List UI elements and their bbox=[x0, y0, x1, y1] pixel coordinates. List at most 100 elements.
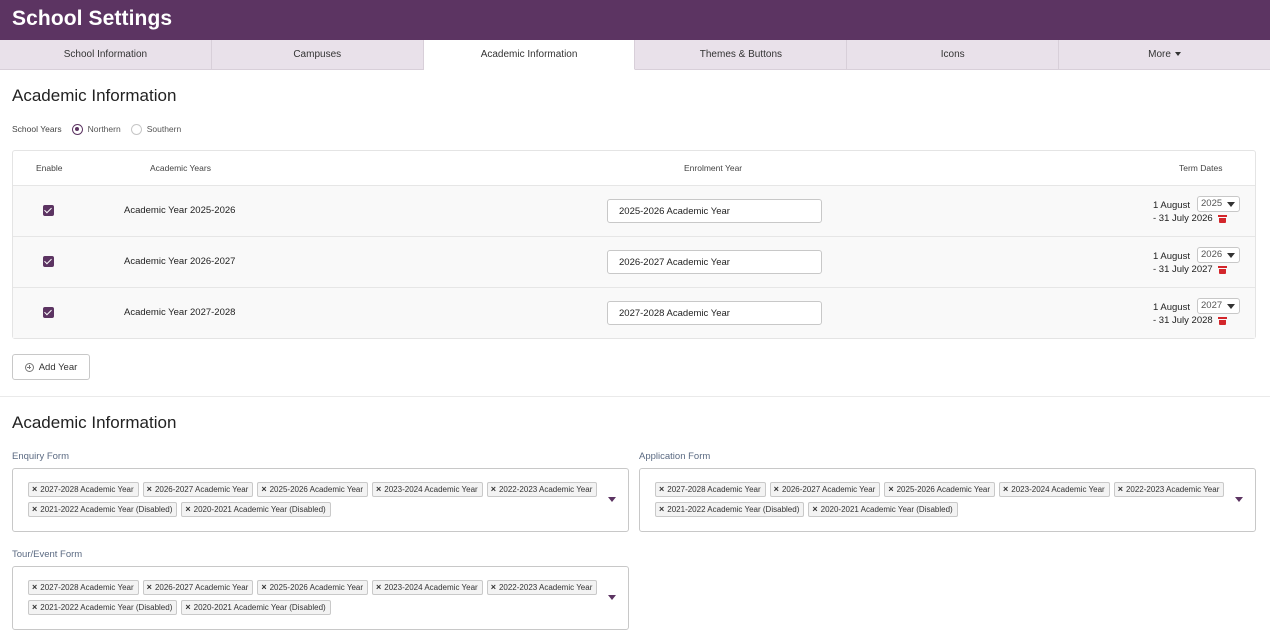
term-end-label: - 31 July 2027 bbox=[1153, 264, 1213, 275]
close-icon[interactable]: × bbox=[185, 505, 190, 514]
close-icon[interactable]: × bbox=[659, 485, 664, 494]
trash-icon[interactable] bbox=[1218, 266, 1227, 274]
school-years-label: School Years bbox=[12, 124, 62, 134]
enable-checkbox[interactable] bbox=[43, 205, 54, 216]
tag-label: 2025-2026 Academic Year bbox=[896, 485, 991, 494]
year-tag[interactable]: × 2025-2026 Academic Year bbox=[257, 482, 369, 497]
tab-themes-buttons[interactable]: Themes & Buttons bbox=[635, 40, 848, 70]
enable-checkbox[interactable] bbox=[43, 256, 54, 267]
year-tag[interactable]: × 2026-2027 Academic Year bbox=[769, 482, 881, 497]
year-tag[interactable]: × 2023-2024 Academic Year bbox=[999, 482, 1110, 497]
tab-school-information[interactable]: School Information bbox=[0, 40, 212, 70]
start-year-select[interactable]: 2025 bbox=[1197, 196, 1240, 212]
start-year-value: 2025 bbox=[1201, 198, 1223, 209]
tag-label: 2023-2024 Academic Year bbox=[384, 485, 478, 494]
add-year-button[interactable]: Add Year bbox=[12, 354, 90, 380]
tag-label: 2021-2022 Academic Year (Disabled) bbox=[667, 505, 800, 514]
chevron-down-icon[interactable] bbox=[1235, 497, 1243, 502]
close-icon[interactable]: × bbox=[1118, 485, 1123, 494]
year-tag[interactable]: × 2027-2028 Academic Year bbox=[28, 482, 139, 497]
close-icon[interactable]: × bbox=[888, 485, 893, 494]
year-tag[interactable]: × 2020-2021 Academic Year (Disabled) bbox=[808, 502, 958, 517]
academic-years-table: Enable Academic Years Enrolment Year Ter… bbox=[12, 150, 1256, 339]
start-year-select[interactable]: 2027 bbox=[1197, 298, 1240, 314]
close-icon[interactable]: × bbox=[491, 583, 496, 592]
tour-event-form-label: Tour/Event Form bbox=[12, 549, 83, 560]
radio-northern[interactable]: Northern bbox=[71, 123, 121, 135]
year-tag[interactable]: × 2020-2021 Academic Year (Disabled) bbox=[181, 600, 331, 615]
radio-label: Southern bbox=[146, 124, 182, 134]
column-header-term-dates: Term Dates bbox=[1179, 163, 1223, 173]
academic-section-title: Academic Information bbox=[12, 86, 177, 105]
close-icon[interactable]: × bbox=[659, 505, 664, 514]
year-tag[interactable]: × 2021-2022 Academic Year (Disabled) bbox=[655, 502, 805, 517]
tab-label: More bbox=[1148, 49, 1171, 60]
enrolment-year-input[interactable] bbox=[607, 199, 822, 223]
close-icon[interactable]: × bbox=[376, 583, 381, 592]
tab-campuses[interactable]: Campuses bbox=[211, 40, 424, 70]
radio-southern[interactable]: Southern bbox=[130, 123, 182, 135]
close-icon[interactable]: × bbox=[261, 485, 266, 494]
tab-more[interactable]: More bbox=[1059, 40, 1270, 70]
close-icon[interactable]: × bbox=[32, 583, 37, 592]
radio-checked-icon[interactable] bbox=[71, 123, 83, 135]
close-icon[interactable]: × bbox=[376, 485, 381, 494]
table-row: Academic Year 2027-2028 1 August 2027 - … bbox=[13, 287, 1255, 338]
year-tag[interactable]: × 2021-2022 Academic Year (Disabled) bbox=[28, 502, 178, 517]
close-icon[interactable]: × bbox=[32, 485, 37, 494]
year-tag[interactable]: × 2023-2024 Academic Year bbox=[372, 580, 483, 595]
term-end-label: - 31 July 2026 bbox=[1153, 213, 1213, 224]
close-icon[interactable]: × bbox=[491, 485, 496, 494]
year-tag[interactable]: × 2027-2028 Academic Year bbox=[28, 580, 139, 595]
close-icon[interactable]: × bbox=[32, 603, 37, 612]
year-tag[interactable]: × 2022-2023 Academic Year bbox=[486, 580, 598, 595]
enrolment-year-input[interactable] bbox=[607, 250, 822, 274]
tag-label: 2021-2022 Academic Year (Disabled) bbox=[40, 603, 173, 612]
year-tag[interactable]: × 2026-2027 Academic Year bbox=[142, 482, 254, 497]
app-header: School Settings bbox=[0, 0, 1270, 40]
trash-icon[interactable] bbox=[1218, 215, 1227, 223]
tour-event-form-years-select[interactable]: × 2027-2028 Academic Year × 2026-2027 Acad… bbox=[12, 566, 629, 630]
start-year-value: 2027 bbox=[1201, 300, 1223, 311]
year-tag[interactable]: × 2020-2021 Academic Year (Disabled) bbox=[181, 502, 331, 517]
year-tag[interactable]: × 2025-2026 Academic Year bbox=[884, 482, 996, 497]
year-tag[interactable]: × 2023-2024 Academic Year bbox=[372, 482, 483, 497]
trash-icon[interactable] bbox=[1218, 317, 1227, 325]
chevron-down-icon[interactable] bbox=[608, 497, 616, 502]
close-icon[interactable]: × bbox=[32, 505, 37, 514]
tab-label: Themes & Buttons bbox=[699, 49, 783, 60]
caret-down-icon bbox=[1174, 52, 1181, 57]
caret-down-icon bbox=[1227, 304, 1235, 309]
tab-icons[interactable]: Icons bbox=[847, 40, 1060, 70]
year-tag[interactable]: × 2022-2023 Academic Year bbox=[1113, 482, 1225, 497]
table-row: Academic Year 2026-2027 1 August 2026 - … bbox=[13, 236, 1255, 287]
year-tag[interactable]: × 2025-2026 Academic Year bbox=[257, 580, 369, 595]
close-icon[interactable]: × bbox=[812, 505, 817, 514]
year-tag[interactable]: × 2021-2022 Academic Year (Disabled) bbox=[28, 600, 178, 615]
academic-year-label: Academic Year 2026-2027 bbox=[124, 256, 236, 267]
close-icon[interactable]: × bbox=[261, 583, 266, 592]
tag-label: 2022-2023 Academic Year bbox=[498, 485, 593, 494]
close-icon[interactable]: × bbox=[185, 603, 190, 612]
enrolment-year-input[interactable] bbox=[607, 301, 822, 325]
close-icon[interactable]: × bbox=[1003, 485, 1008, 494]
caret-down-icon bbox=[1227, 202, 1235, 207]
tag-label: 2022-2023 Academic Year bbox=[498, 583, 593, 592]
radio-unchecked-icon[interactable] bbox=[130, 123, 142, 135]
tab-academic-information[interactable]: Academic Information bbox=[423, 40, 636, 70]
year-tag[interactable]: × 2026-2027 Academic Year bbox=[142, 580, 254, 595]
close-icon[interactable]: × bbox=[147, 485, 152, 494]
close-icon[interactable]: × bbox=[774, 485, 779, 494]
tag-label: 2020-2021 Academic Year (Disabled) bbox=[193, 603, 326, 612]
tag-label: 2025-2026 Academic Year bbox=[269, 583, 364, 592]
term-end-label: - 31 July 2028 bbox=[1153, 315, 1213, 326]
enable-checkbox[interactable] bbox=[43, 307, 54, 318]
year-tag[interactable]: × 2022-2023 Academic Year bbox=[486, 482, 598, 497]
start-year-select[interactable]: 2026 bbox=[1197, 247, 1240, 263]
chevron-down-icon[interactable] bbox=[608, 595, 616, 600]
academic-year-label: Academic Year 2027-2028 bbox=[124, 307, 236, 318]
close-icon[interactable]: × bbox=[147, 583, 152, 592]
enquiry-form-years-select[interactable]: × 2027-2028 Academic Year × 2026-2027 Acad… bbox=[12, 468, 629, 532]
application-form-years-select[interactable]: × 2027-2028 Academic Year × 2026-2027 Acad… bbox=[639, 468, 1256, 532]
year-tag[interactable]: × 2027-2028 Academic Year bbox=[655, 482, 766, 497]
